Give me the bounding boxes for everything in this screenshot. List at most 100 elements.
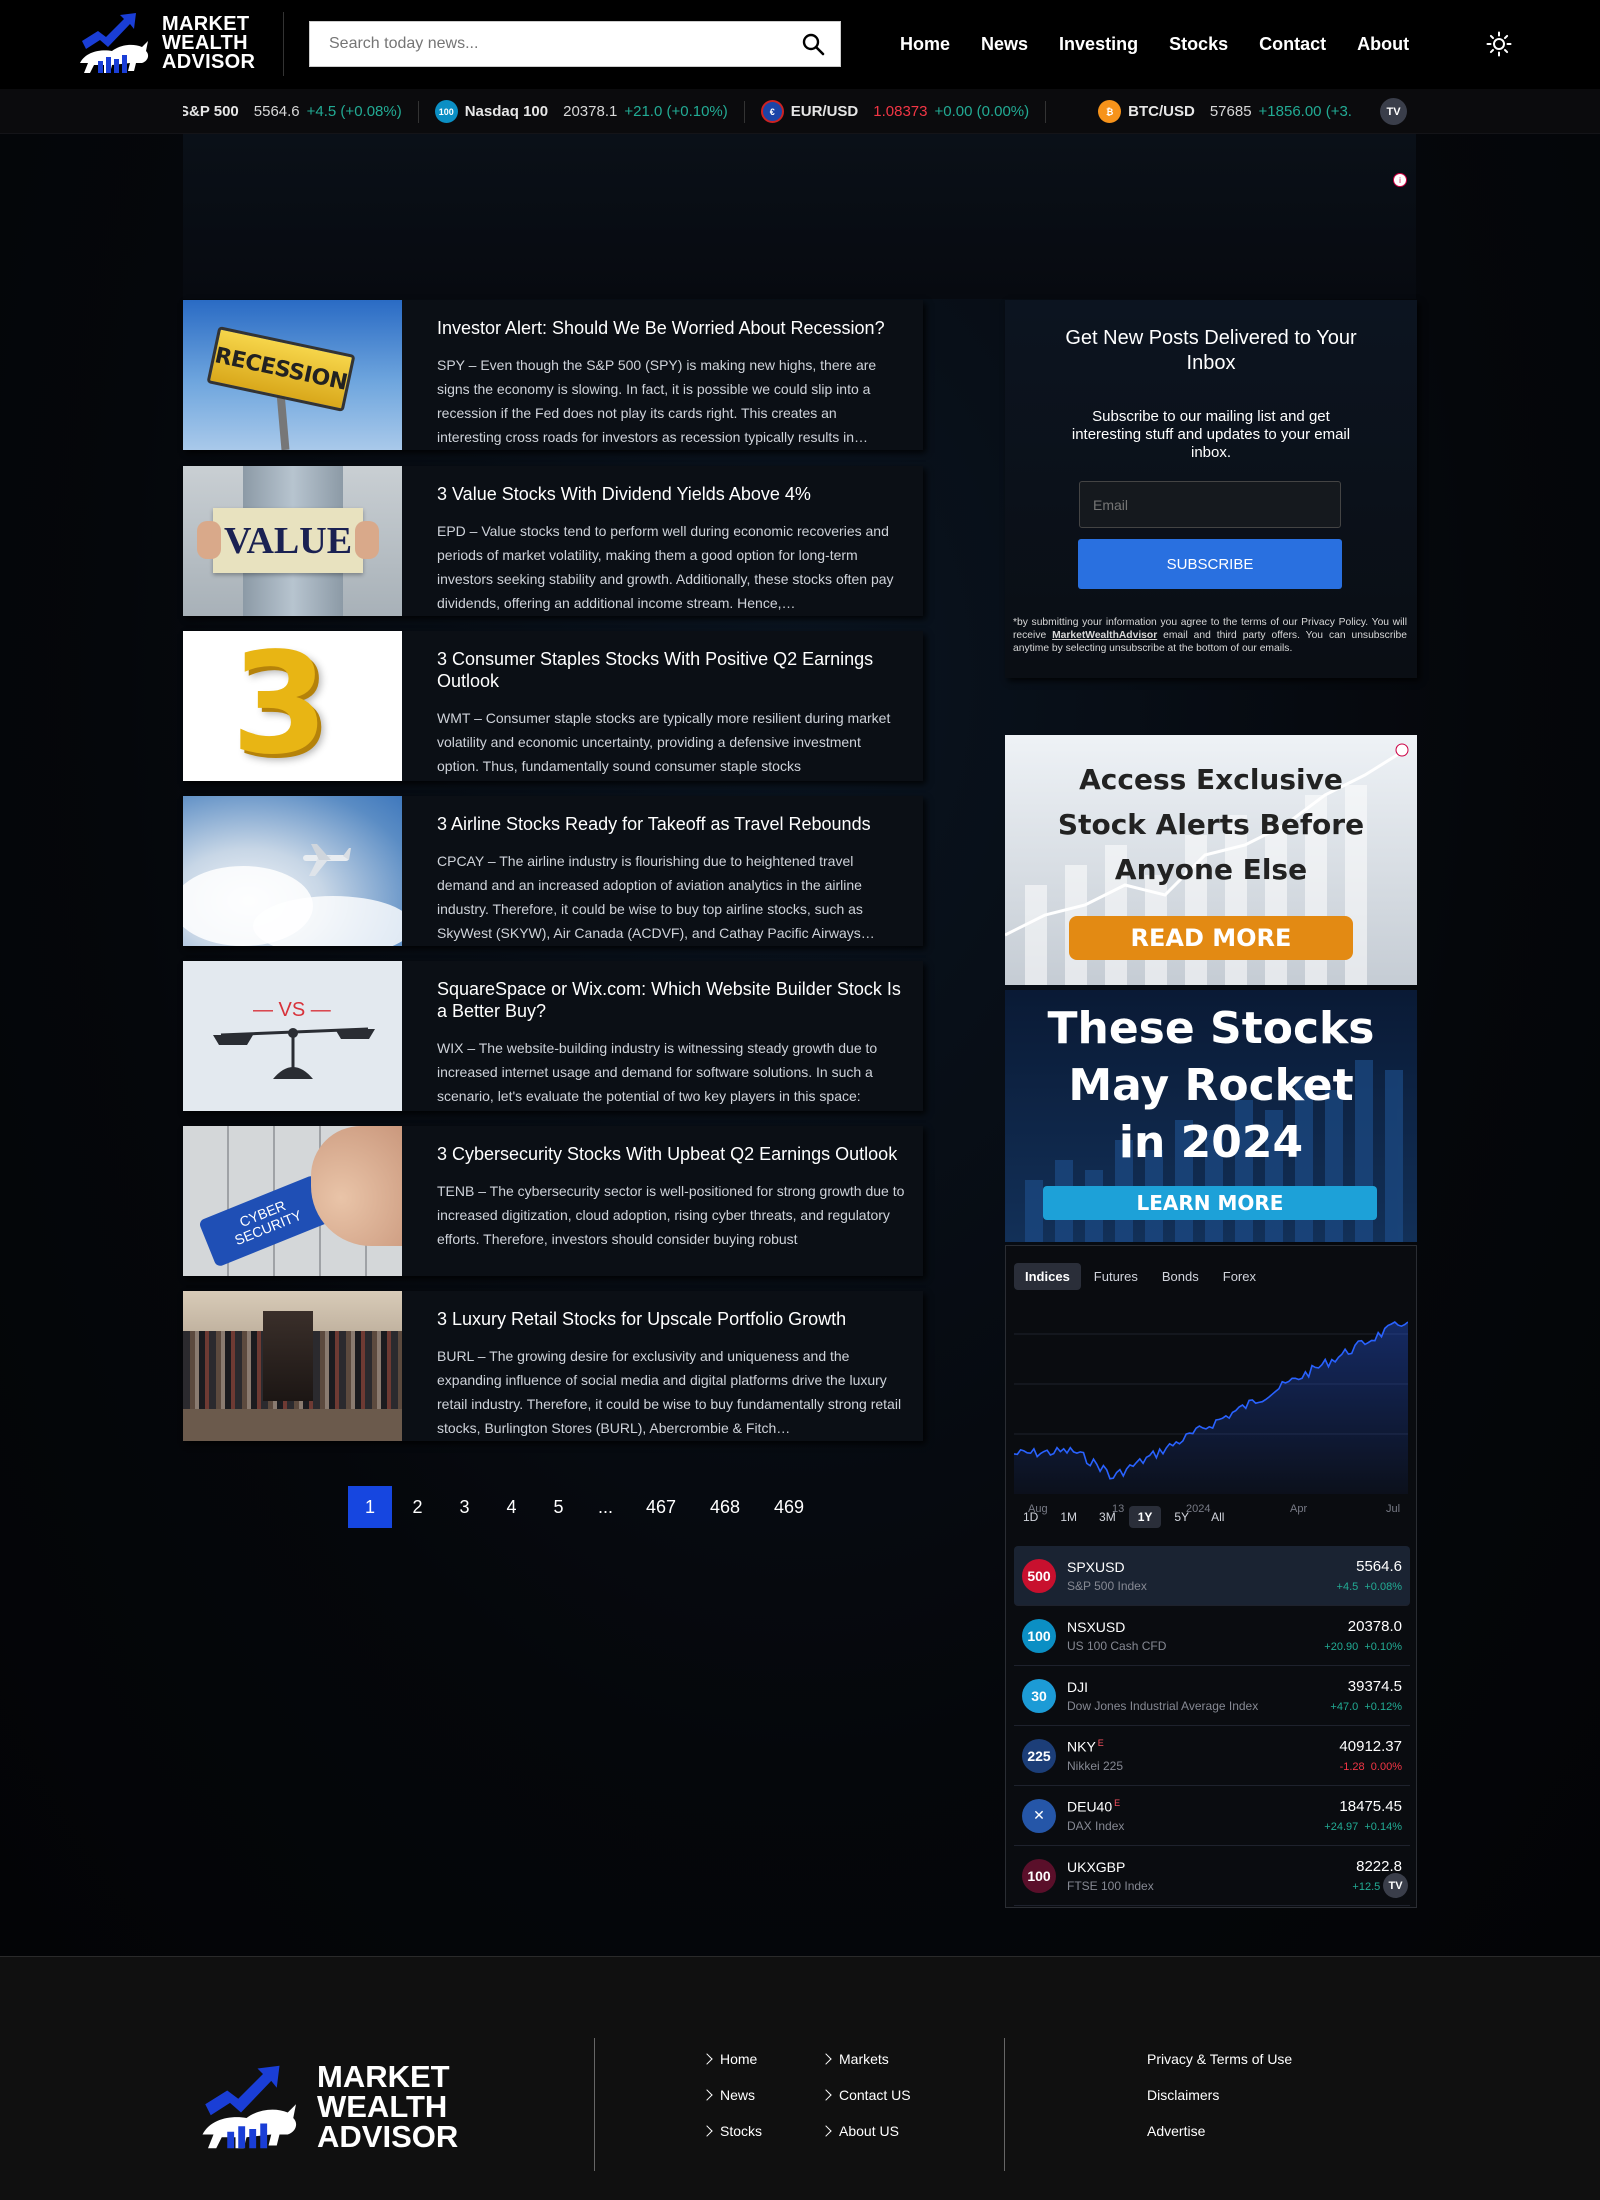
page-link[interactable]: 468 — [695, 1486, 755, 1528]
tab-bonds[interactable]: Bonds — [1151, 1263, 1210, 1290]
tab-futures[interactable]: Futures — [1083, 1263, 1149, 1290]
nav-stocks[interactable]: Stocks — [1169, 34, 1228, 55]
footer-divider — [1004, 2038, 1005, 2171]
post-excerpt: WIX – The website-building industry is w… — [437, 1040, 878, 1104]
index-name-block: DJI Dow Jones Industrial Average Index — [1067, 1679, 1330, 1713]
promo-line: These Stocks — [1047, 1003, 1375, 1054]
index-row[interactable]: 30 DJI Dow Jones Industrial Average Index 3… — [1014, 1666, 1410, 1726]
footer-link-contact[interactable]: Contact US — [820, 2077, 911, 2113]
learn-more-button[interactable]: LEARN MORE — [1043, 1186, 1377, 1220]
footer-link-markets[interactable]: Markets — [820, 2041, 911, 2077]
index-change-abs: +4.5 — [1336, 1581, 1359, 1593]
page-link[interactable]: 3 — [443, 1486, 486, 1528]
post-card[interactable]: 3 Luxury Retail Stocks for Upscale Portf… — [183, 1291, 923, 1441]
range-5y[interactable]: 5Y — [1165, 1506, 1198, 1528]
footer-link-disclaimers[interactable]: Disclaimers — [1147, 2077, 1292, 2113]
nav-investing[interactable]: Investing — [1059, 34, 1138, 55]
nav-contact[interactable]: Contact — [1259, 34, 1326, 55]
nav-news[interactable]: News — [981, 34, 1028, 55]
chevron-right-icon — [701, 2053, 713, 2065]
email-field[interactable] — [1079, 481, 1341, 528]
ticker-change: +21.0 (+0.10%) — [624, 103, 728, 120]
tradingview-logo-icon[interactable]: TV — [1383, 1873, 1408, 1898]
footer-link-home[interactable]: Home — [701, 2041, 762, 2077]
page-link[interactable]: 469 — [759, 1486, 819, 1528]
post-thumbnail[interactable]: VALUE — [183, 466, 402, 616]
post-title[interactable]: 3 Cybersecurity Stocks With Upbeat Q2 Ea… — [437, 1143, 905, 1165]
footer-link-about[interactable]: About US — [820, 2113, 911, 2149]
post-card[interactable]: RECESSION Investor Alert: Should We Be W… — [183, 300, 923, 450]
page-link[interactable]: 467 — [631, 1486, 691, 1528]
tab-forex[interactable]: Forex — [1212, 1263, 1267, 1290]
subscribe-button[interactable]: SUBSCRIBE — [1078, 539, 1342, 589]
page-link[interactable]: 4 — [490, 1486, 533, 1528]
post-thumbnail[interactable] — [183, 796, 402, 946]
index-symbol: DJI — [1067, 1679, 1330, 1695]
thumb-sign-text: RECESSION — [212, 342, 350, 396]
post-card[interactable]: CYBER SECURITY 3 Cybersecurity Stocks Wi… — [183, 1126, 923, 1276]
adchoices-icon[interactable]: i — [1393, 173, 1407, 187]
index-value-block: 20378.0 +20.90 +0.10% — [1324, 1618, 1402, 1653]
theme-toggle-sun-icon[interactable] — [1486, 31, 1512, 57]
page-link[interactable]: 2 — [396, 1486, 439, 1528]
chart-x-label: Jul — [1386, 1503, 1400, 1515]
site-logo[interactable]: MARKET WEALTH ADVISOR — [76, 11, 276, 75]
tradingview-logo-icon[interactable]: TV — [1380, 98, 1407, 125]
search-input[interactable] — [310, 22, 786, 66]
post-title[interactable]: Investor Alert: Should We Be Worried Abo… — [437, 317, 905, 339]
post-card[interactable]: — VS — SquareSpace or Wix.com: Which Web… — [183, 961, 923, 1111]
ticker-item-nasdaq[interactable]: 100 Nasdaq 100 20378.1 +21.0 (+0.10%) — [419, 100, 744, 123]
post-title[interactable]: SquareSpace or Wix.com: Which Website Bu… — [437, 978, 905, 1022]
legal-brand-link[interactable]: MarketWealthAdvisor — [1052, 630, 1157, 641]
post-thumbnail[interactable]: — VS — — [183, 961, 402, 1111]
range-1m[interactable]: 1M — [1051, 1506, 1086, 1528]
tab-indices[interactable]: Indices — [1014, 1263, 1081, 1290]
ticker-item-eurusd[interactable]: € EUR/USD 1.08373 +0.00 (0.00%) — [745, 100, 1045, 123]
footer-link-stocks[interactable]: Stocks — [701, 2113, 762, 2149]
post-title[interactable]: 3 Luxury Retail Stocks for Upscale Portf… — [437, 1308, 905, 1330]
footer-logo[interactable]: MARKET WEALTH ADVISOR — [197, 2053, 477, 2161]
post-card[interactable]: 3 Airline Stocks Ready for Takeoff as Tr… — [183, 796, 923, 946]
ticker-item-sp500[interactable]: S&P 500 5564.6 +4.5 (+0.08%) — [183, 103, 418, 120]
footer-link-advertise[interactable]: Advertise — [1147, 2113, 1292, 2149]
range-1y[interactable]: 1Y — [1128, 1506, 1162, 1528]
read-more-button[interactable]: READ MORE — [1069, 916, 1353, 960]
post-thumbnail[interactable]: RECESSION — [183, 300, 402, 450]
index-row[interactable]: 225 NKY E Nikkei 225 40912.37 -1.28 0.00% — [1014, 1726, 1410, 1786]
post-card[interactable]: VALUE 3 Value Stocks With Dividend Yield… — [183, 466, 923, 616]
range-3m[interactable]: 3M — [1090, 1506, 1125, 1528]
page-link[interactable]: 5 — [537, 1486, 580, 1528]
nav-home[interactable]: Home — [900, 34, 950, 55]
index-name-block: NSXUSD US 100 Cash CFD — [1067, 1619, 1324, 1653]
page-link-current[interactable]: 1 — [348, 1486, 392, 1528]
index-row[interactable]: 100 NSXUSD US 100 Cash CFD 20378.0 +20.90 +0… — [1014, 1606, 1410, 1666]
index-list: 500 SPXUSD S&P 500 Index 5564.6 +4.5 +0.08% 1… — [1014, 1546, 1410, 1906]
promo-banner-stock-alerts[interactable]: Access Exclusive Stock Alerts Before Any… — [1005, 735, 1417, 985]
balance-scale-icon — [213, 1027, 375, 1079]
post-thumbnail[interactable] — [183, 1291, 402, 1441]
search-button[interactable] — [786, 22, 840, 66]
post-thumbnail[interactable]: CYBER SECURITY — [183, 1126, 402, 1276]
index-row[interactable]: 500 SPXUSD S&P 500 Index 5564.6 +4.5 +0.08% — [1014, 1546, 1410, 1606]
post-thumbnail[interactable]: 3 — [183, 631, 402, 781]
post-body: Investor Alert: Should We Be Worried Abo… — [402, 300, 923, 450]
range-1d[interactable]: 1D — [1014, 1506, 1047, 1528]
nav-about[interactable]: About — [1357, 34, 1409, 55]
post-title[interactable]: 3 Value Stocks With Dividend Yields Abov… — [437, 483, 905, 505]
index-row[interactable]: ✕ DEU40 E DAX Index 18475.45 +24.97 +0.14% — [1014, 1786, 1410, 1846]
index-badge-icon: 100 — [1022, 1618, 1056, 1653]
thumb-card-text: VALUE — [223, 519, 353, 562]
post-card[interactable]: 3 3 Consumer Staples Stocks With Positiv… — [183, 631, 923, 781]
post-body: SquareSpace or Wix.com: Which Website Bu… — [402, 961, 923, 1111]
index-line-chart[interactable]: Aug 13 2024 Apr Jul — [1014, 1304, 1408, 1519]
footer-link-privacy[interactable]: Privacy & Terms of Use — [1147, 2041, 1292, 2077]
post-title[interactable]: 3 Airline Stocks Ready for Takeoff as Tr… — [437, 813, 905, 835]
post-title[interactable]: 3 Consumer Staples Stocks With Positive … — [437, 648, 905, 692]
promo-banner-rocket-stocks[interactable]: These Stocks May Rocket in 2024 LEARN MO… — [1005, 990, 1417, 1242]
promo-line: Anyone Else — [1114, 853, 1308, 886]
ticker-item-btcusd[interactable]: ₿ BTC/USD 57685 +1856.00 (+3. — [1046, 100, 1368, 123]
footer-link-news[interactable]: News — [701, 2077, 762, 2113]
range-all[interactable]: All — [1202, 1506, 1233, 1528]
ticker-symbol: S&P 500 — [183, 103, 239, 120]
index-row[interactable]: 100UKXGBPFTSE 100 Index8222.8+12.5 +0. — [1014, 1846, 1410, 1906]
